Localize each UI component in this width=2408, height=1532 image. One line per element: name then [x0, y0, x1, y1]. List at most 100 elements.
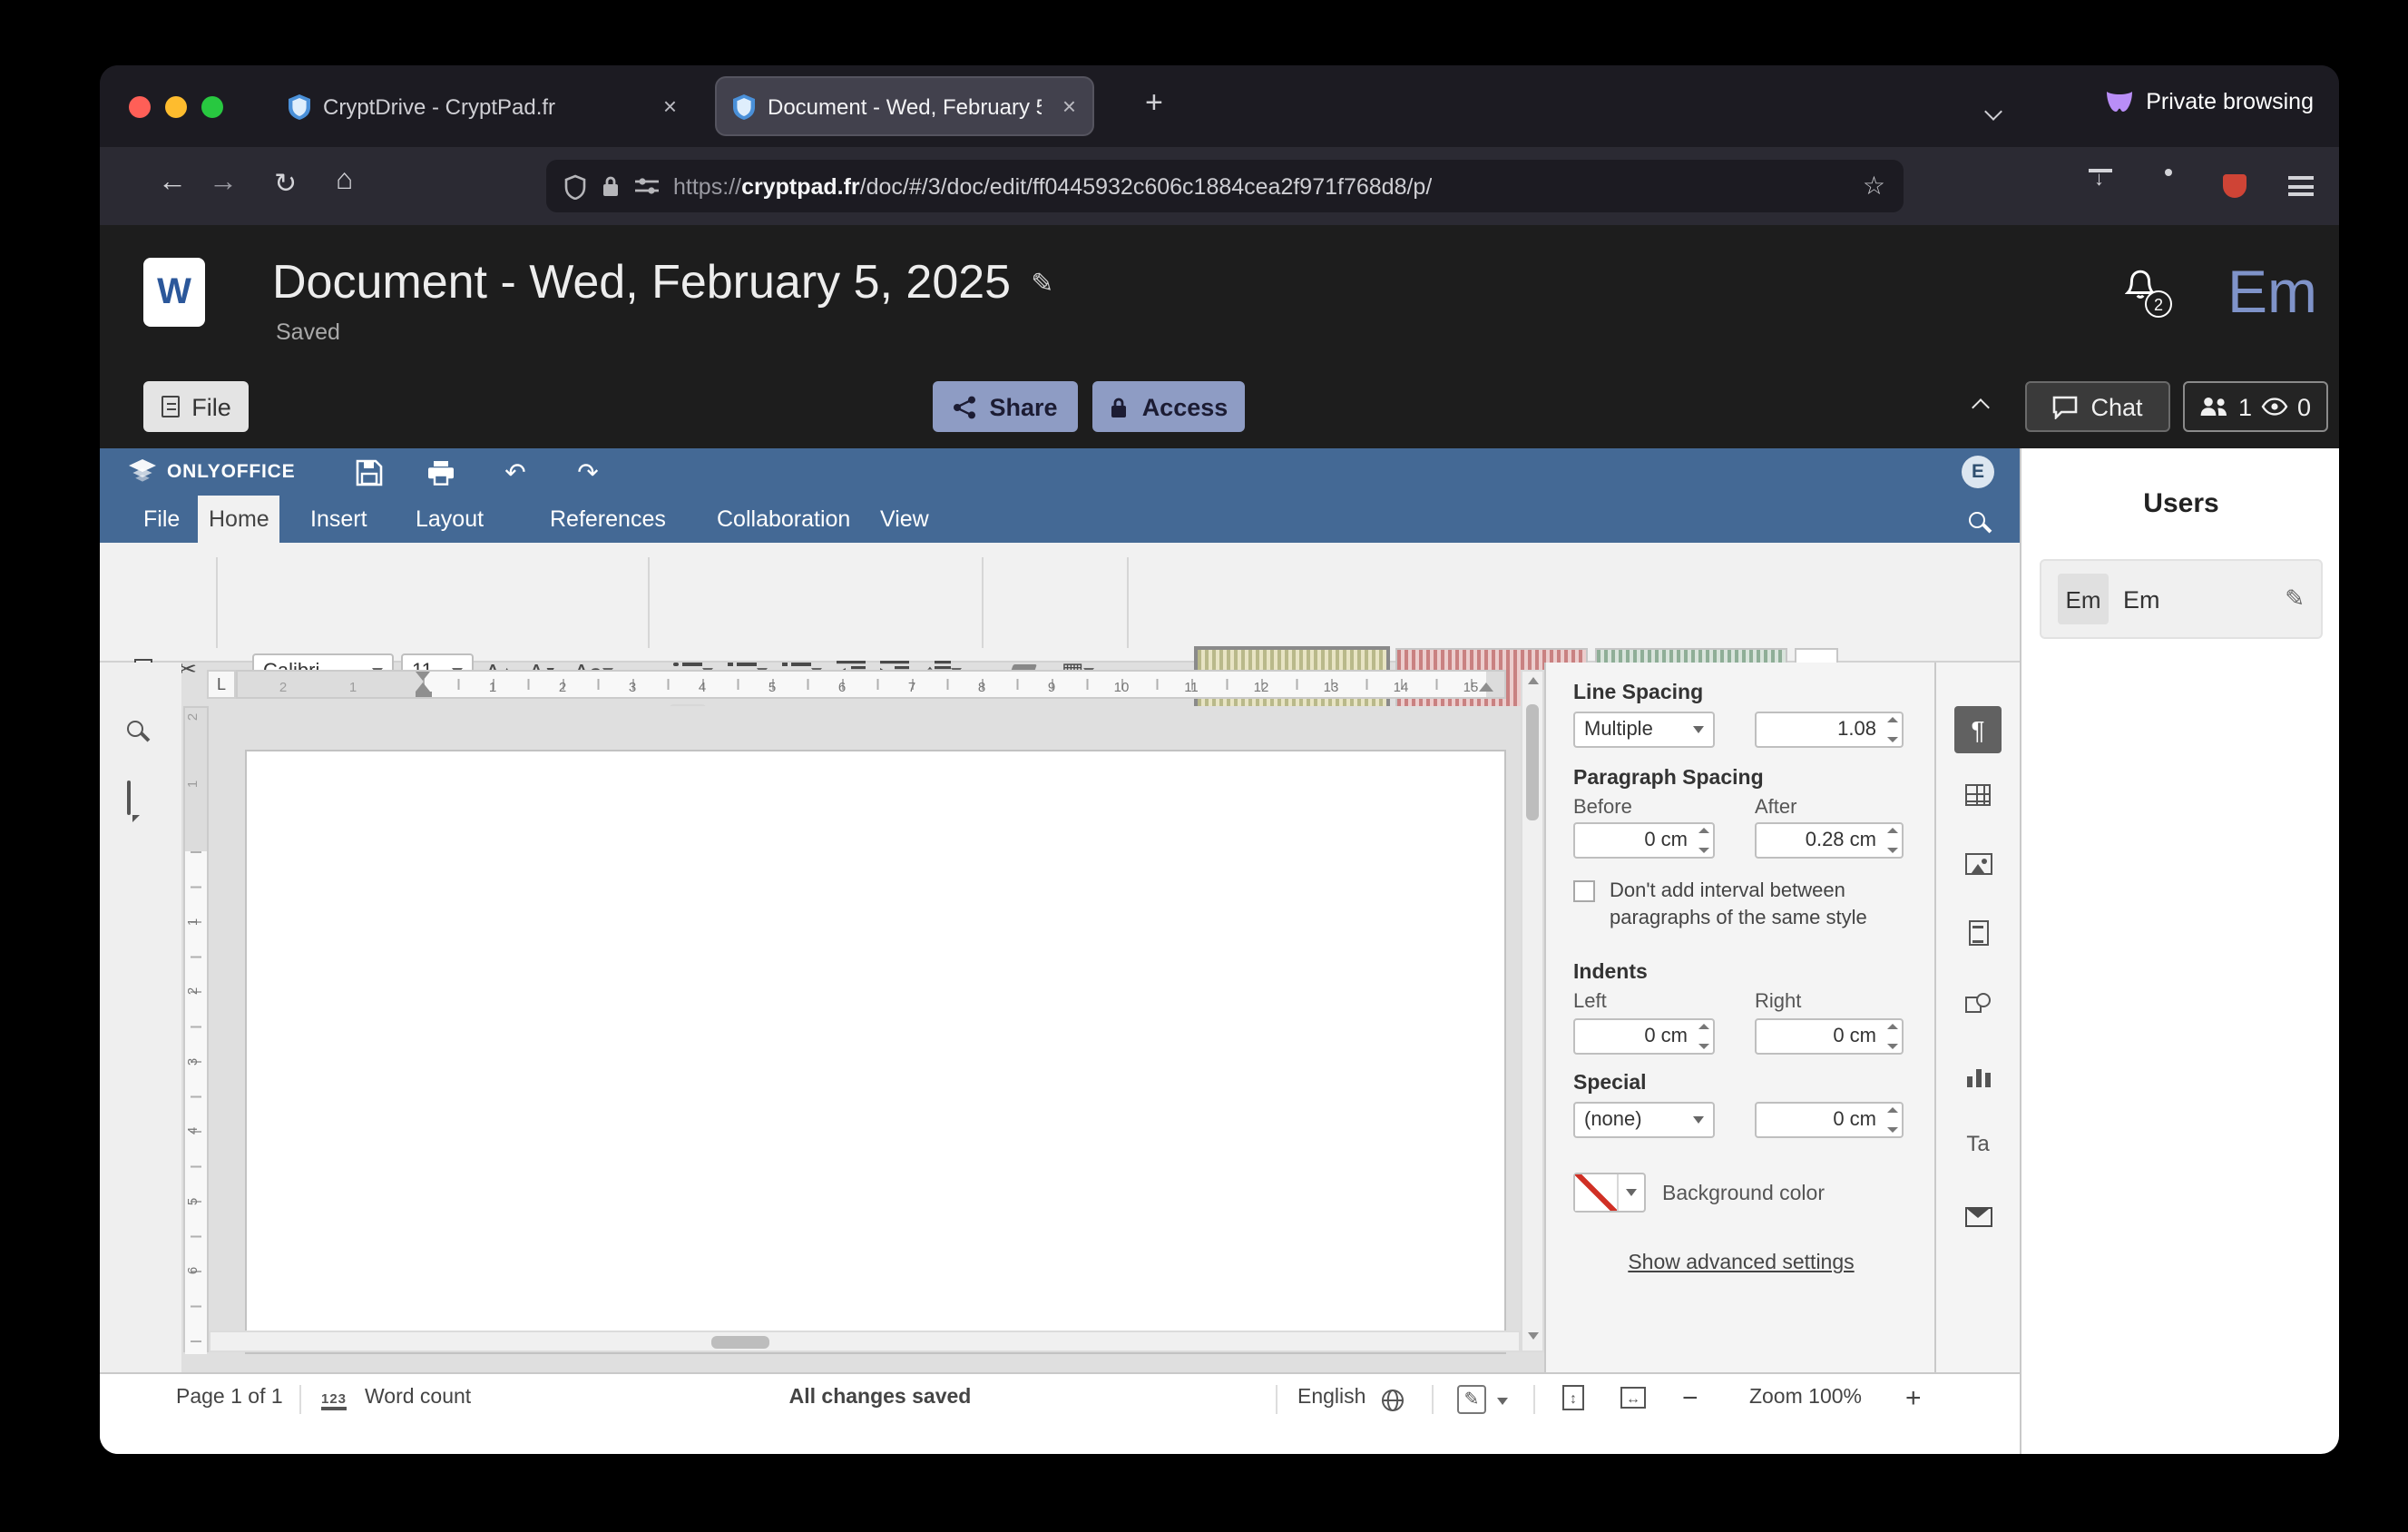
url-text[interactable]: https://cryptpad.fr/doc/#/3/doc/edit/ff0…: [673, 173, 1432, 199]
user-list-item[interactable]: Em Em ✎: [2040, 559, 2323, 639]
access-button[interactable]: Access: [1092, 381, 1245, 432]
chat-button[interactable]: Chat: [2025, 381, 2170, 432]
scroll-down-icon[interactable]: [1528, 1332, 1539, 1340]
fit-width-icon[interactable]: ↔: [1620, 1387, 1646, 1409]
user-avatar: Em: [2058, 574, 2109, 624]
image-settings-icon[interactable]: [1960, 846, 1996, 882]
document-page[interactable]: [247, 751, 1504, 1352]
menu-hamburger-icon[interactable]: [2288, 176, 2314, 196]
scroll-up-icon[interactable]: [1527, 677, 1538, 684]
list-tabs-chevron-icon[interactable]: [1987, 94, 2000, 127]
spacing-after-spinner[interactable]: 0.28 cm: [1755, 822, 1904, 859]
v-ruler-number: 2: [184, 987, 201, 995]
lock-icon[interactable]: [601, 174, 621, 198]
page-indicator[interactable]: Page 1 of 1: [176, 1387, 283, 1409]
line-spacing-spinner[interactable]: 1.08: [1755, 712, 1904, 748]
reload-icon[interactable]: ↻: [274, 167, 297, 200]
vertical-scrollbar-thumb[interactable]: [1526, 704, 1539, 820]
spacing-before-spinner[interactable]: 0 cm: [1573, 822, 1715, 859]
close-tab-icon[interactable]: ×: [663, 93, 677, 120]
tab-document[interactable]: Document - Wed, February 5, 2 ×: [717, 78, 1092, 134]
tab-references[interactable]: References: [539, 496, 677, 543]
home-icon[interactable]: ⌂: [336, 165, 353, 198]
edit-title-icon[interactable]: ✎: [1031, 266, 1053, 299]
h-ruler-number: 2: [279, 678, 287, 694]
h-ruler-number: 8: [978, 678, 985, 694]
paragraph-settings-icon[interactable]: ¶: [1954, 706, 2002, 753]
edit-user-icon[interactable]: ✎: [2285, 584, 2305, 614]
zoom-in-button[interactable]: +: [1905, 1383, 1922, 1414]
tab-file[interactable]: File: [132, 496, 191, 543]
zoom-out-button[interactable]: −: [1682, 1383, 1698, 1414]
url-domain: cryptpad.fr: [741, 173, 860, 199]
vertical-scrollbar[interactable]: [1521, 670, 1544, 1352]
account-avatar[interactable]: Em: [2227, 258, 2317, 327]
word-count-label[interactable]: Word count: [365, 1387, 471, 1409]
editor-search-icon[interactable]: [1969, 505, 1985, 537]
chart-settings-icon[interactable]: [1960, 1058, 1996, 1095]
zoom-level[interactable]: Zoom 100%: [1733, 1387, 1878, 1409]
special-select[interactable]: (none): [1573, 1102, 1715, 1138]
language-label[interactable]: English: [1297, 1387, 1366, 1409]
url-bar[interactable]: https://cryptpad.fr/doc/#/3/doc/edit/ff0…: [546, 160, 1904, 212]
spell-check-icon[interactable]: ✎: [1457, 1385, 1486, 1414]
tab-insert[interactable]: Insert: [299, 496, 378, 543]
advanced-settings-link[interactable]: Show advanced settings: [1546, 1252, 1936, 1274]
ublock-icon[interactable]: [2223, 174, 2246, 198]
horizontal-scrollbar[interactable]: [209, 1331, 1521, 1352]
tab-collaboration[interactable]: Collaboration: [706, 496, 861, 543]
right-indent-marker[interactable]: [1479, 683, 1493, 692]
search-icon[interactable]: [127, 713, 143, 746]
horizontal-scrollbar-thumb[interactable]: [711, 1335, 769, 1348]
user-list-button[interactable]: 1 0: [2183, 381, 2328, 432]
fit-page-icon[interactable]: ↕: [1562, 1385, 1584, 1410]
back-icon[interactable]: ←: [158, 167, 187, 200]
collapse-toolbar-button[interactable]: [1949, 381, 2011, 432]
tab-cryptdrive[interactable]: CryptDrive - CryptPad.fr ×: [272, 78, 693, 134]
redo-icon[interactable]: ↷: [570, 456, 606, 488]
chevron-down-icon[interactable]: [1497, 1398, 1508, 1405]
editor-user-avatar[interactable]: E: [1962, 456, 1994, 488]
tab-layout[interactable]: Layout: [405, 496, 494, 543]
file-menu-button[interactable]: File: [143, 381, 249, 432]
onlyoffice-editor: ONLYOFFICE ↶ ↷ E File Home Insert Layout…: [100, 448, 2020, 1454]
maximize-window-button[interactable]: [201, 96, 223, 118]
indent-right-spinner[interactable]: 0 cm: [1755, 1018, 1904, 1055]
tab-view[interactable]: View: [869, 496, 940, 543]
line-spacing-select[interactable]: Multiple: [1573, 712, 1715, 748]
bookmark-star-icon[interactable]: ☆: [1863, 171, 1885, 201]
tab-home[interactable]: Home: [198, 496, 280, 543]
hanging-indent-marker[interactable]: [416, 683, 430, 692]
header-footer-settings-icon[interactable]: [1960, 915, 1996, 951]
background-color-label: Background color: [1662, 1183, 1825, 1205]
save-icon[interactable]: [350, 456, 387, 488]
undo-icon[interactable]: ↶: [497, 456, 533, 488]
editor-header: ONLYOFFICE ↶ ↷ E File Home Insert Layout…: [100, 448, 2020, 543]
permissions-icon[interactable]: [635, 176, 659, 196]
new-tab-button[interactable]: +: [1145, 85, 1163, 122]
browser-nav-bar: ← → ↻ ⌂ https://cryptpad.fr/doc/#/3/doc/…: [100, 147, 2339, 225]
text-art-settings-icon[interactable]: Ta: [1960, 1125, 1996, 1162]
background-color-picker[interactable]: [1573, 1173, 1646, 1213]
url-path: /doc/#/3/doc/edit/ff0445932c606c1884cea2…: [860, 173, 1433, 199]
v-ruler-number: 4: [184, 1127, 201, 1134]
print-icon[interactable]: [423, 456, 459, 488]
close-window-button[interactable]: [129, 96, 151, 118]
tracking-shield-icon[interactable]: [564, 173, 586, 199]
share-button[interactable]: Share: [933, 381, 1078, 432]
close-tab-icon[interactable]: ×: [1062, 93, 1076, 120]
tab-stop-selector[interactable]: L: [207, 670, 236, 699]
forward-icon[interactable]: →: [209, 167, 238, 200]
shape-settings-icon[interactable]: [1960, 986, 1996, 1022]
table-settings-icon[interactable]: [1960, 777, 1996, 813]
first-line-indent-marker[interactable]: [416, 672, 430, 681]
language-globe-icon[interactable]: [1381, 1389, 1405, 1418]
no-interval-checkbox[interactable]: [1573, 880, 1595, 902]
indent-left-spinner[interactable]: 0 cm: [1573, 1018, 1715, 1055]
left-indent-marker[interactable]: [415, 692, 431, 697]
special-spinner[interactable]: 0 cm: [1755, 1102, 1904, 1138]
mail-merge-settings-icon[interactable]: [1960, 1198, 1996, 1234]
comments-icon[interactable]: [127, 782, 131, 815]
minimize-window-button[interactable]: [165, 96, 187, 118]
h-ruler-number: 15: [1463, 678, 1479, 694]
